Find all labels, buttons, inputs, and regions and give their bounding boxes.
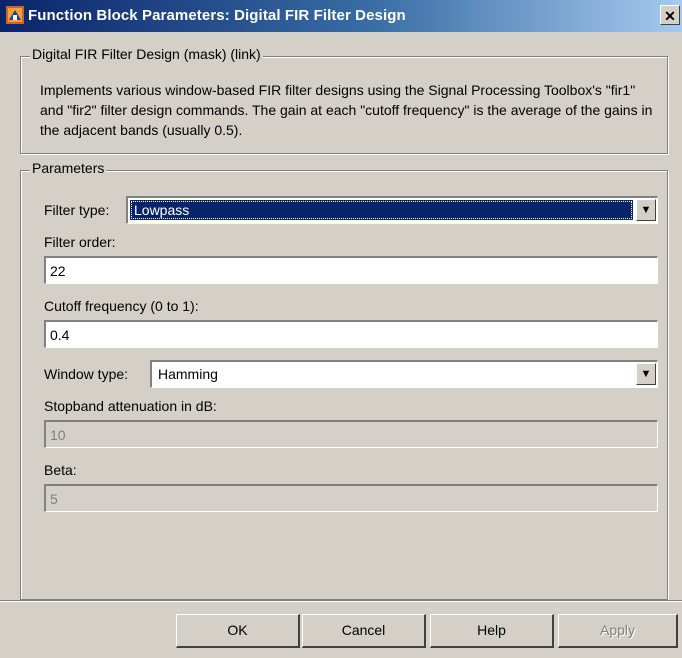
help-button[interactable]: Help: [430, 614, 554, 648]
ok-button[interactable]: OK: [176, 614, 300, 648]
close-button[interactable]: ✕: [660, 5, 680, 25]
window-type-label: Window type:: [44, 366, 129, 382]
window-type-value: Hamming: [158, 366, 218, 382]
cancel-button[interactable]: Cancel: [302, 614, 426, 648]
stopband-attenuation-field: 10: [44, 420, 658, 448]
beta-label: Beta:: [44, 462, 77, 478]
apply-button: Apply: [558, 614, 678, 648]
stopband-attenuation-label: Stopband attenuation in dB:: [44, 398, 217, 414]
window-type-select[interactable]: Hamming ▼: [150, 360, 658, 388]
filter-type-value: Lowpass: [130, 200, 633, 220]
chevron-down-icon: ▼: [640, 368, 652, 380]
window-title: Function Block Parameters: Digital FIR F…: [28, 7, 406, 24]
chevron-down-icon: ▼: [640, 204, 652, 216]
parameters-group-title: Parameters: [30, 160, 107, 176]
filter-type-dropdown-button[interactable]: ▼: [636, 199, 656, 221]
filter-order-field[interactable]: 22: [44, 256, 658, 284]
button-separator: [0, 600, 682, 602]
dialog-window: Function Block Parameters: Digital FIR F…: [0, 0, 682, 658]
close-icon: ✕: [664, 8, 676, 24]
simulink-block-icon: [6, 6, 24, 24]
mask-group-title: Digital FIR Filter Design (mask) (link): [30, 46, 263, 62]
window-type-dropdown-button[interactable]: ▼: [636, 363, 656, 385]
beta-field: 5: [44, 484, 658, 512]
cutoff-frequency-label: Cutoff frequency (0 to 1):: [44, 298, 199, 314]
filter-order-label: Filter order:: [44, 234, 116, 250]
filter-type-select[interactable]: Lowpass ▼: [126, 196, 658, 224]
title-bar[interactable]: Function Block Parameters: Digital FIR F…: [0, 0, 682, 32]
filter-type-label: Filter type:: [44, 202, 110, 218]
cutoff-frequency-field[interactable]: 0.4: [44, 320, 658, 348]
mask-description: Implements various window-based FIR filt…: [40, 82, 653, 138]
